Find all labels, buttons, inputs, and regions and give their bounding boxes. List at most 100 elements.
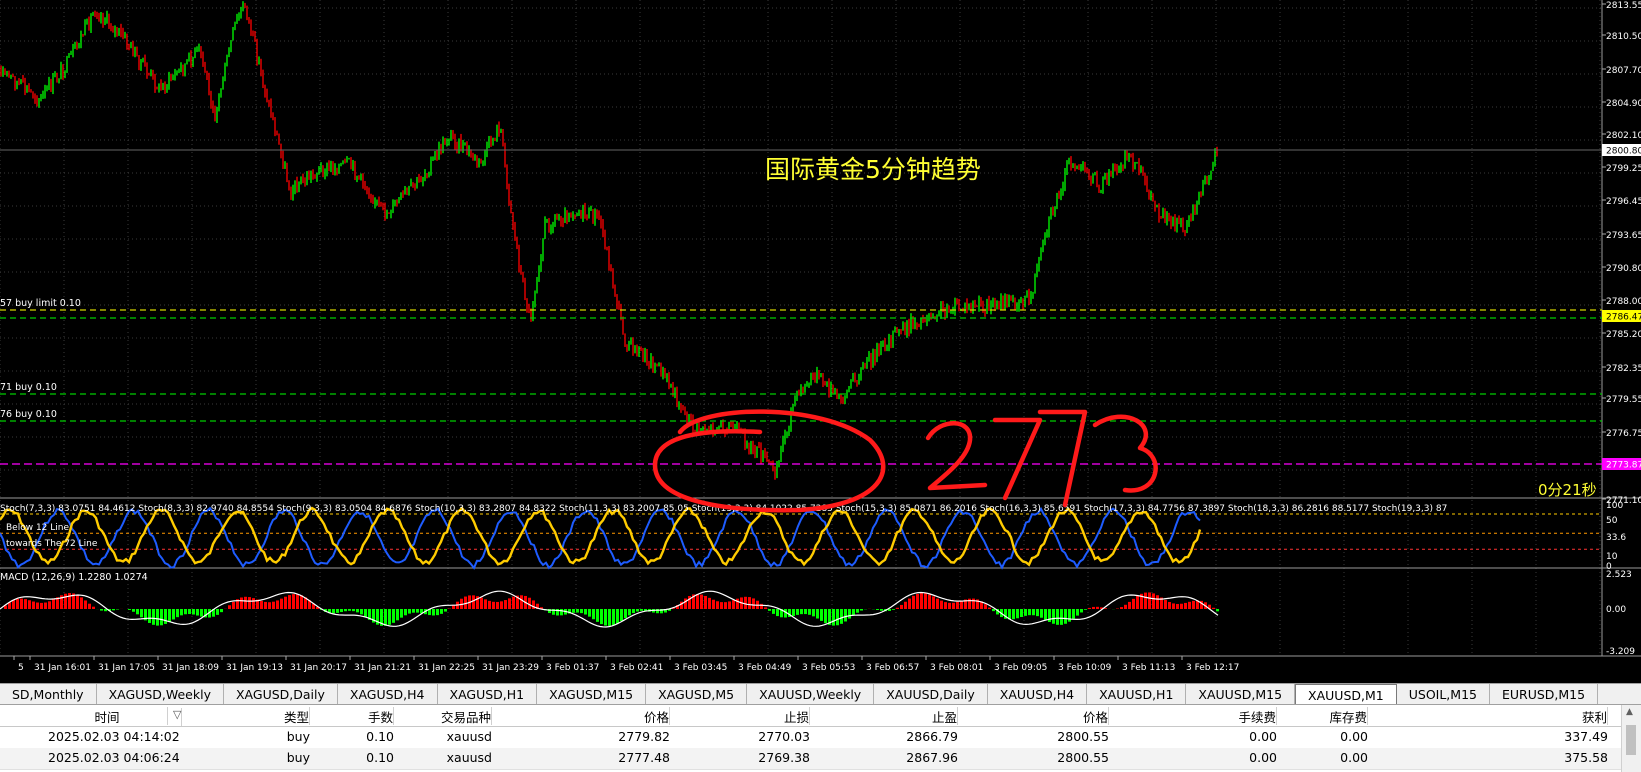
chart-grid: [0, 0, 1641, 657]
macd-bar: [832, 609, 835, 626]
chart-tab-xauusd-m15[interactable]: XAUUSD,M15: [1186, 684, 1296, 704]
chart-tab-xagusd-daily[interactable]: XAGUSD,Daily: [224, 684, 338, 704]
macd-bar: [1020, 609, 1023, 617]
macd-bar: [508, 598, 511, 609]
macd-bar: [924, 593, 927, 609]
chart-tab-xauusd-m1[interactable]: XAUUSD,M1: [1295, 684, 1397, 704]
chart-tab-xauusd-weekly[interactable]: XAUUSD,Weekly: [747, 684, 875, 704]
table-cell: 2800.55: [1057, 750, 1109, 765]
price-tick-label: 2788.00: [1606, 297, 1641, 307]
bar-countdown: 0分21秒: [1538, 481, 1597, 499]
handwritten-digit-7-b: [1037, 409, 1088, 508]
table-row[interactable]: 2025.02.03 04:14:02 buy 0.10 xauusd 2779.82 2…: [0, 727, 1622, 749]
macd-bar: [248, 597, 251, 609]
macd-bar: [360, 609, 363, 615]
chart-tab-xagusd-h1[interactable]: XAGUSD,H1: [438, 684, 538, 704]
macd-bar: [1088, 607, 1091, 609]
macd-bar: [528, 597, 531, 609]
macd-bar: [584, 609, 587, 615]
column-header[interactable]: 时间: [47, 707, 168, 725]
macd-bar: [364, 609, 367, 618]
column-header[interactable]: 交易品种: [391, 707, 492, 725]
current-price-value: 2800.80: [1606, 147, 1641, 157]
macd-bar: [80, 597, 83, 609]
macd-bar: [716, 601, 719, 609]
macd-bar: [892, 609, 895, 610]
macd-bar: [264, 601, 267, 609]
table-row[interactable]: 2025.02.03 04:06:24 buy 0.10 xauusd 2777.48 2…: [0, 748, 1622, 770]
column-header[interactable]: 类型: [229, 707, 310, 725]
macd-bar: [628, 609, 631, 616]
column-header[interactable]: 价格: [549, 707, 670, 725]
scrollbar-thumb[interactable]: [1626, 725, 1636, 755]
stoch-axis-label: 10: [1606, 552, 1618, 562]
macd-bar: [1136, 595, 1139, 609]
price-tick-label: 2807.70: [1606, 66, 1641, 76]
macd-bar: [288, 595, 291, 609]
macd-bar: [800, 609, 803, 615]
macd-bar: [272, 601, 275, 609]
chart-annotation-title: 国际黄金5分钟趋势: [765, 155, 981, 184]
macd-bar: [1120, 607, 1123, 609]
table-cell: 2769.38: [758, 750, 810, 765]
macd-bar: [244, 596, 247, 609]
macd-bar: [896, 607, 899, 609]
time-tick-label: 3 Feb 12:17: [1186, 663, 1239, 673]
time-tick-label: 3 Feb 02:41: [610, 663, 663, 673]
macd-bar: [24, 599, 27, 609]
time-tick-label: 3 Feb 01:37: [546, 663, 599, 673]
chart-tab-xagusd-m15[interactable]: XAGUSD,M15: [537, 684, 647, 704]
table-cell: 337.49: [1564, 729, 1608, 744]
scroll-up-icon[interactable]: ▲: [1626, 707, 1633, 717]
column-header[interactable]: 手数: [323, 707, 394, 725]
chart-tab-eurusd-m15[interactable]: EURUSD,M15: [1490, 684, 1599, 704]
table-cell: 0.00: [1249, 750, 1277, 765]
macd-bar: [348, 609, 351, 611]
column-header[interactable]: 止损: [689, 707, 810, 725]
column-header[interactable]: 获利: [1507, 707, 1608, 725]
macd-label: MACD (12,26,9) 1.2280 1.0274: [0, 572, 148, 583]
macd-bar: [700, 594, 703, 609]
macd-bar: [1028, 609, 1031, 616]
macd-bar: [816, 609, 819, 619]
chart-tab-xagusd-h4[interactable]: XAGUSD,H4: [338, 684, 438, 704]
order-line-label: 71 buy 0.10: [0, 382, 57, 393]
macd-bar: [640, 609, 643, 611]
macd-bar: [792, 609, 795, 616]
macd-bar: [636, 609, 639, 612]
macd-bar: [600, 609, 603, 625]
chart-tab-xauusd-h1[interactable]: XAUUSD,H1: [1087, 684, 1187, 704]
macd-bar: [772, 609, 775, 614]
column-header[interactable]: 止盈: [837, 707, 958, 725]
macd-bar: [880, 609, 883, 611]
sort-icon[interactable]: ▽: [173, 708, 183, 726]
price-chart[interactable]: 57 buy limit 0.10 71 buy 0.10 76 buy 0.10 …: [0, 0, 1641, 680]
chart-tab-xauusd-h4[interactable]: XAUUSD,H4: [988, 684, 1088, 704]
macd-bar: [12, 600, 15, 609]
column-header[interactable]: 手续费: [1176, 707, 1277, 725]
macd-bar: [1188, 601, 1191, 609]
time-tick-label: 3 Feb 04:49: [738, 663, 792, 673]
chart-tab-xagusd-m5[interactable]: XAGUSD,M5: [646, 684, 748, 704]
column-header[interactable]: 库存费: [1267, 707, 1368, 725]
macd-bar: [52, 599, 55, 609]
macd-bar: [580, 609, 583, 614]
macd-bar: [396, 609, 399, 621]
macd-bar: [472, 595, 475, 609]
order-line-label: 76 buy 0.10: [0, 409, 57, 420]
column-header[interactable]: 价格: [988, 707, 1109, 725]
macd-bar: [744, 596, 747, 609]
chart-tab-xagusd-weekly[interactable]: XAGUSD,Weekly: [97, 684, 224, 704]
table-scrollbar[interactable]: ▲: [1621, 705, 1641, 772]
macd-bar: [216, 609, 219, 615]
chart-canvas[interactable]: 57 buy limit 0.1071 buy 0.1076 buy 0.10 …: [0, 0, 1641, 680]
chart-tab-xauusd-daily[interactable]: XAUUSD,Daily: [874, 684, 988, 704]
macd-bar: [1068, 609, 1071, 622]
chart-tab-sd-monthly[interactable]: SD,Monthly: [0, 684, 97, 704]
macd-bar: [64, 593, 67, 609]
macd-bar: [932, 596, 935, 609]
chart-tab-usoil-m15[interactable]: USOIL,M15: [1397, 684, 1490, 704]
macd-bar: [908, 598, 911, 609]
macd-bar: [292, 594, 295, 609]
time-tick-label: 3 Feb 11:13: [1122, 663, 1175, 673]
